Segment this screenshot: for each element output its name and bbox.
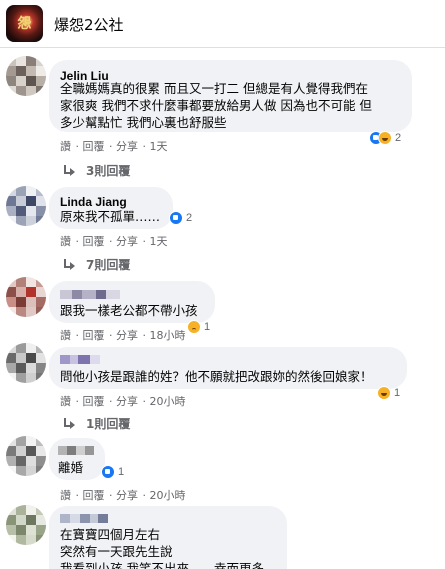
replies-count: 1則回覆 <box>86 417 131 431</box>
reaction-count: 2 <box>186 212 193 224</box>
like-link[interactable]: 讚 <box>60 395 71 408</box>
share-link[interactable]: 分享 <box>116 140 138 153</box>
blurred-author-name[interactable] <box>60 355 100 364</box>
comment-text: 跟我一樣老公都不帶小孩 <box>60 303 198 318</box>
comment-text: 多少幫點忙 我們心裏也舒服些 <box>60 115 227 130</box>
reaction-count: 1 <box>204 321 211 333</box>
avatar[interactable] <box>6 277 46 317</box>
reaction-summary[interactable]: 2 <box>369 128 401 148</box>
group-avatar[interactable]: 怨 <box>6 5 43 42</box>
timestamp[interactable]: 1天 <box>150 140 168 153</box>
avatar[interactable] <box>6 436 46 476</box>
comment-actions: 讚 · 回覆 · 分享 · 18小時 <box>60 329 186 342</box>
timestamp[interactable]: 20小時 <box>150 489 186 502</box>
blurred-author-name[interactable] <box>60 514 108 523</box>
haha-reaction-icon <box>378 131 392 145</box>
timestamp[interactable]: 18小時 <box>150 329 186 342</box>
comment-actions: 讚 · 回覆 · 分享 · 20小時 <box>60 489 186 502</box>
comment-actions: 讚 · 回覆 · 分享 · 1天 <box>60 235 168 248</box>
reply-link[interactable]: 回覆 <box>83 140 105 153</box>
like-link[interactable]: 讚 <box>60 235 71 248</box>
avatar[interactable] <box>6 186 46 226</box>
like-reaction-icon <box>101 465 115 479</box>
reaction-summary[interactable]: 1 <box>187 317 210 337</box>
avatar[interactable] <box>6 343 46 383</box>
reaction-count: 1 <box>394 387 401 399</box>
view-replies-button[interactable]: 3則回覆 <box>62 162 130 179</box>
avatar[interactable] <box>6 505 46 545</box>
comment-bubble[interactable]: 問他小孩是跟誰的姓？他不願就把改跟妳的然後回娘家！ <box>49 347 407 389</box>
share-link[interactable]: 分享 <box>116 489 138 502</box>
blurred-author-name[interactable] <box>58 446 94 455</box>
reaction-summary[interactable]: 1 <box>377 383 400 403</box>
reply-arrow-icon <box>62 417 76 430</box>
comment-actions: 讚 · 回覆 · 分享 · 20小時 <box>60 395 186 408</box>
reply-link[interactable]: 回覆 <box>83 329 105 342</box>
reply-link[interactable]: 回覆 <box>83 489 105 502</box>
timestamp[interactable]: 20小時 <box>150 395 186 408</box>
view-replies-button[interactable]: 7則回覆 <box>62 256 130 273</box>
group-logo-text: 怨 <box>17 16 32 32</box>
view-replies-button[interactable]: 1則回覆 <box>62 415 130 432</box>
share-link[interactable]: 分享 <box>116 235 138 248</box>
comment-text: 原來我不孤單…… <box>60 209 161 224</box>
avatar[interactable] <box>6 56 46 96</box>
share-link[interactable]: 分享 <box>116 395 138 408</box>
comment-bubble[interactable]: Linda Jiang 原來我不孤單…… <box>49 187 173 229</box>
replies-count: 3則回覆 <box>86 164 131 178</box>
comment-text: 離婚 <box>58 460 84 475</box>
comment-bubble[interactable]: 在寶寶四個月左右 突然有一天跟先生說 我看到小孩 我笑不出來……幸而更多 <box>49 506 287 569</box>
share-link[interactable]: 分享 <box>116 329 138 342</box>
comment-bubble[interactable]: 離婚 <box>49 438 105 480</box>
sad-reaction-icon <box>187 320 201 334</box>
reply-link[interactable]: 回覆 <box>83 235 105 248</box>
reply-arrow-icon <box>62 258 76 271</box>
reply-arrow-icon <box>62 164 76 177</box>
reaction-summary[interactable]: 1 <box>101 462 124 482</box>
blurred-author-name[interactable] <box>60 290 120 299</box>
haha-reaction-icon <box>377 386 391 400</box>
reply-link[interactable]: 回覆 <box>83 395 105 408</box>
like-link[interactable]: 讚 <box>60 140 71 153</box>
comment-text: 我看到小孩 我笑不出來……幸而更多 <box>60 561 264 569</box>
reaction-count: 2 <box>395 132 402 144</box>
comment-bubble[interactable]: Jelin Liu 全職媽媽真的很累 而且又一打二 但總是有人覺得我們在 家很爽… <box>49 60 412 132</box>
like-reaction-icon <box>169 211 183 225</box>
group-header: 怨 爆怨2公社 <box>0 0 445 48</box>
comment-text: 問他小孩是跟誰的姓？他不願就把改跟妳的然後回娘家！ <box>60 369 373 384</box>
like-link[interactable]: 讚 <box>60 329 71 342</box>
reaction-summary[interactable]: 2 <box>169 208 192 228</box>
like-link[interactable]: 讚 <box>60 489 71 502</box>
comment-actions: 讚 · 回覆 · 分享 · 1天 <box>60 140 168 153</box>
timestamp[interactable]: 1天 <box>150 235 168 248</box>
reaction-count: 1 <box>118 466 125 478</box>
replies-count: 7則回覆 <box>86 258 131 272</box>
group-title[interactable]: 爆怨2公社 <box>54 14 124 35</box>
